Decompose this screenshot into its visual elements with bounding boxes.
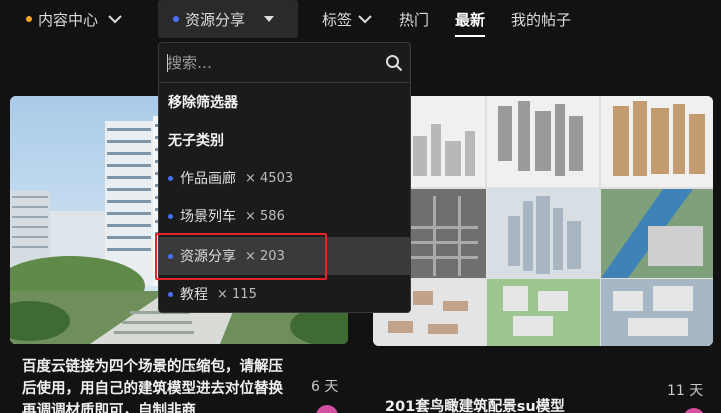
- card-time: 11 天: [667, 383, 704, 399]
- no-subcategory-option[interactable]: 无子类别: [159, 121, 410, 159]
- nav-my-posts[interactable]: 我的帖子: [511, 0, 571, 38]
- avatar[interactable]: [316, 405, 338, 413]
- category-count: × 4503: [245, 170, 294, 186]
- no-subcategory-label: 无子类别: [168, 133, 224, 149]
- card-title[interactable]: 百度云链接为四个场景的压缩包，请解压后使用，用自己的建筑模型进去对位替换再调调材…: [22, 356, 290, 413]
- content-center-dot: [26, 16, 32, 22]
- remove-filter-label: 移除筛选器: [168, 95, 238, 111]
- category-dot: [168, 175, 173, 181]
- category-dot: [168, 291, 173, 297]
- nav-resource-share[interactable]: 资源分享: [158, 0, 298, 38]
- card-time: 6 天: [311, 379, 339, 395]
- chevron-down-icon[interactable]: [358, 14, 372, 24]
- category-label: 教程: [180, 287, 208, 303]
- avatar[interactable]: [683, 408, 705, 413]
- search-icon[interactable]: [385, 54, 403, 76]
- category-label: 场景列车: [180, 209, 236, 225]
- category-label: 作品画廊: [180, 171, 236, 187]
- remove-filter-option[interactable]: 移除筛选器: [159, 83, 410, 121]
- chevron-down-icon[interactable]: [108, 14, 122, 24]
- resource-share-dot: [173, 16, 179, 22]
- nav-content-center-label: 内容中心: [38, 10, 99, 29]
- top-nav: 内容中心 资源分享 标签 热门 最新 我的帖子: [0, 0, 721, 38]
- nav-tags[interactable]: 标签: [322, 0, 372, 38]
- nav-hot-label: 热门: [399, 10, 430, 29]
- nav-hot[interactable]: 热门: [399, 0, 429, 38]
- dropdown-search: [159, 43, 410, 83]
- caret-down-icon[interactable]: [263, 15, 275, 23]
- active-tab-underline: [455, 35, 486, 37]
- category-count: × 586: [245, 208, 285, 224]
- category-search-input[interactable]: [167, 51, 367, 75]
- card-title[interactable]: 201套鸟瞰建筑配景su模型: [385, 395, 565, 413]
- nav-tags-label: 标签: [322, 10, 353, 29]
- nav-resource-share-label: 资源分享: [185, 10, 246, 29]
- nav-latest[interactable]: 最新: [455, 0, 486, 38]
- nav-content-center[interactable]: 内容中心: [26, 0, 122, 38]
- nav-my-posts-label: 我的帖子: [511, 10, 572, 29]
- category-count: × 115: [217, 286, 257, 302]
- highlight-annotation-box: [155, 233, 327, 280]
- category-option-tutorial[interactable]: 教程 × 115: [159, 275, 410, 313]
- category-dot: [168, 213, 173, 219]
- text-cursor: [167, 54, 168, 72]
- nav-latest-label: 最新: [455, 10, 486, 29]
- card-thumbnail-city-models[interactable]: [373, 96, 713, 346]
- category-option-scene-train[interactable]: 场景列车 × 586: [159, 197, 410, 235]
- category-option-gallery[interactable]: 作品画廊 × 4503: [159, 159, 410, 197]
